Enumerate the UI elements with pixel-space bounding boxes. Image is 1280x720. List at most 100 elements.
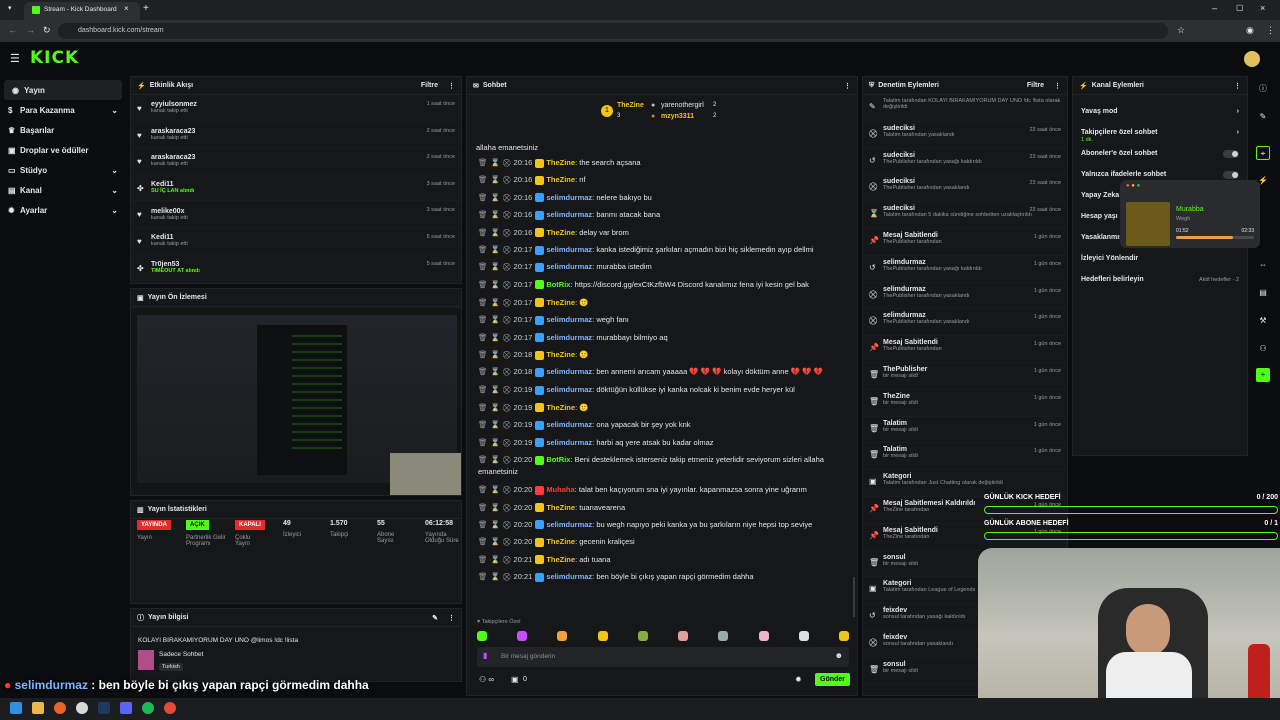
timeout-icon[interactable]: ⌛ [491,158,500,167]
chrome-icon[interactable] [76,702,88,714]
ban-icon[interactable]: ⛒ [503,175,511,184]
more-options-icon[interactable]: ⋮ [448,614,455,622]
users-icon[interactable]: ⚇ [1256,342,1270,356]
emote-icon[interactable] [798,631,809,641]
chat-message[interactable]: 🗑 ⌛ ⛒ 20:17 selimdurmaz: murabbayı bilmiyo a… [467,329,847,346]
info-icon[interactable]: ⓘ [1256,82,1270,96]
layout-icon[interactable]: ⇔ [1256,258,1270,272]
message-user[interactable]: selimdurmaz [546,245,592,254]
delete-message-icon[interactable]: 🗑 [478,520,488,529]
activity-user[interactable]: eyyiulsonmez [137,101,455,108]
delete-message-icon[interactable]: 🗑 [478,280,488,289]
timeout-icon[interactable]: ⌛ [491,367,500,376]
timeout-icon[interactable]: ⌛ [491,385,500,394]
chat-input[interactable]: Bir mesaj gönderin [501,653,555,660]
activity-user[interactable]: melike00x [137,208,455,215]
emoji-picker-icon[interactable]: ☻ [835,651,843,660]
delete-message-icon[interactable]: 🗑 [478,555,488,564]
window-close-button[interactable]: × [1260,3,1265,13]
delete-message-icon[interactable]: 🗑 [478,485,488,494]
ban-icon[interactable]: ⛒ [503,350,511,359]
browser-menu-icon[interactable]: ⋮ [1266,25,1275,36]
firefox-icon[interactable] [54,702,66,714]
message-user[interactable]: TheZine [546,503,575,512]
message-user[interactable]: selimdurmaz [546,385,592,394]
toggle-switch[interactable] [1223,170,1239,179]
more-options-icon[interactable]: ⋮ [844,82,851,90]
send-button[interactable]: Gönder [815,673,850,686]
chat-message[interactable]: 🗑 ⌛ ⛒ 20:16 TheZine: the search açsana [467,154,847,171]
channel-action-row[interactable]: İzleyici Yönlendir [1073,248,1247,269]
more-options-icon[interactable]: ⋮ [1234,82,1241,90]
ban-icon[interactable]: ⛒ [503,298,511,307]
ban-icon[interactable]: ⛒ [503,367,511,376]
chat-message[interactable]: 🗑 ⌛ ⛒ 20:17 BotRix: https://discord.gg/exCtK… [467,276,847,294]
chat-input-box[interactable]: ▮ Bir mesaj gönderin ☻ [477,647,849,667]
sidebar-item-yayin[interactable]: ◉ Yayın [4,80,122,100]
ban-icon[interactable]: ⛒ [503,262,511,271]
ban-icon[interactable]: ⛒ [503,572,511,581]
delete-message-icon[interactable]: 🗑 [478,455,488,464]
delete-message-icon[interactable]: 🗑 [478,420,488,429]
message-user[interactable]: selimdurmaz [546,367,592,376]
sidebar-item-kanal[interactable]: ▤ Kanal ⌄ [0,180,126,200]
top-chatter-name[interactable]: yarenothergirl [661,102,704,109]
back-arrow-icon[interactable]: ← [8,25,17,35]
timeout-icon[interactable]: ⌛ [491,280,500,289]
ban-icon[interactable]: ⛒ [503,333,511,342]
message-user[interactable]: TheZine [546,555,575,564]
chat-message[interactable]: 🗑 ⌛ ⛒ 20:20 BotRix: Beni desteklemek isterse… [467,451,847,481]
activity-user[interactable]: araskaraca23 [137,128,455,135]
ban-icon[interactable]: ⛒ [503,158,511,167]
delete-message-icon[interactable]: 🗑 [478,438,488,447]
window-minimize-button[interactable]: – [1212,3,1217,13]
filter-button[interactable]: Filtre [421,82,438,90]
delete-message-icon[interactable]: 🗑 [478,315,488,324]
message-user[interactable]: Muhaha [546,485,574,494]
ban-icon[interactable]: ⛒ [503,228,511,237]
filter-button[interactable]: Filtre [1027,82,1044,90]
emote-icon[interactable] [678,631,689,641]
timeout-icon[interactable]: ⌛ [491,333,500,342]
delete-message-icon[interactable]: 🗑 [478,350,488,359]
message-user[interactable]: selimdurmaz [546,572,592,581]
tab-list-chevron-icon[interactable]: ▾ [8,4,12,12]
delete-message-icon[interactable]: 🗑 [478,403,488,412]
ban-icon[interactable]: ⛒ [503,455,511,464]
message-user[interactable]: BotRix [546,455,570,464]
ban-icon[interactable]: ⛒ [503,485,511,494]
sidebar-item-ayarlar[interactable]: ✹ Ayarlar ⌄ [0,200,126,220]
chat-message[interactable]: 🗑 ⌛ ⛒ 20:20 TheZine: tuanavearena [467,499,847,516]
channel-action-row[interactable]: Hedefleri belirleyin Aktif hedefler - 2 [1073,269,1247,290]
sidebar-item-droplar[interactable]: ▣ Droplar ve ödüller [0,140,126,160]
reload-icon[interactable]: ↻ [43,25,51,36]
delete-message-icon[interactable]: 🗑 [478,210,488,219]
discord-icon[interactable] [120,702,132,714]
ban-icon[interactable]: ⛒ [503,280,511,289]
chat-message[interactable]: 🗑 ⌛ ⛒ 20:19 TheZine: 🙂 [467,399,847,416]
url-input[interactable]: dashboard.kick.com/stream [58,23,1168,39]
stream-preview-video[interactable] [133,309,461,495]
add-widget-icon[interactable]: + [1256,368,1270,382]
chat-message[interactable]: 🗑 ⌛ ⛒ 20:18 selimdurmaz: ben annemi arıcam y… [467,363,847,381]
chat-message[interactable]: 🗑 ⌛ ⛒ 20:17 selimdurmaz: kanka istediğimiz ş… [467,241,847,258]
message-user[interactable]: TheZine [546,403,575,412]
chat-users-icon[interactable]: ⚇ ∞ [479,675,494,684]
timeout-icon[interactable]: ⌛ [491,537,500,546]
timeout-icon[interactable]: ⌛ [491,455,500,464]
delete-message-icon[interactable]: 🗑 [478,385,488,394]
timeout-icon[interactable]: ⌛ [491,228,500,237]
edit-pencil-icon[interactable]: ✎ [432,614,438,622]
chat-scrollbar[interactable] [853,577,855,617]
channel-action-row[interactable]: Aboneler'e özel sohbet [1073,143,1247,164]
kick-logo[interactable]: KICK [30,48,79,68]
delete-message-icon[interactable]: 🗑 [478,503,488,512]
more-options-icon[interactable]: ⋮ [1054,82,1061,90]
chat-message[interactable]: 🗑 ⌛ ⛒ 20:18 TheZine: 🙂 [467,346,847,363]
timeout-icon[interactable]: ⌛ [491,572,500,581]
message-user[interactable]: selimdurmaz [546,420,592,429]
bookmark-star-icon[interactable]: ☆ [1177,25,1185,36]
gift-icon[interactable]: ▣ [511,675,519,684]
progress-track[interactable] [1176,236,1254,239]
top-chatter-name[interactable]: TheZine [617,102,644,109]
